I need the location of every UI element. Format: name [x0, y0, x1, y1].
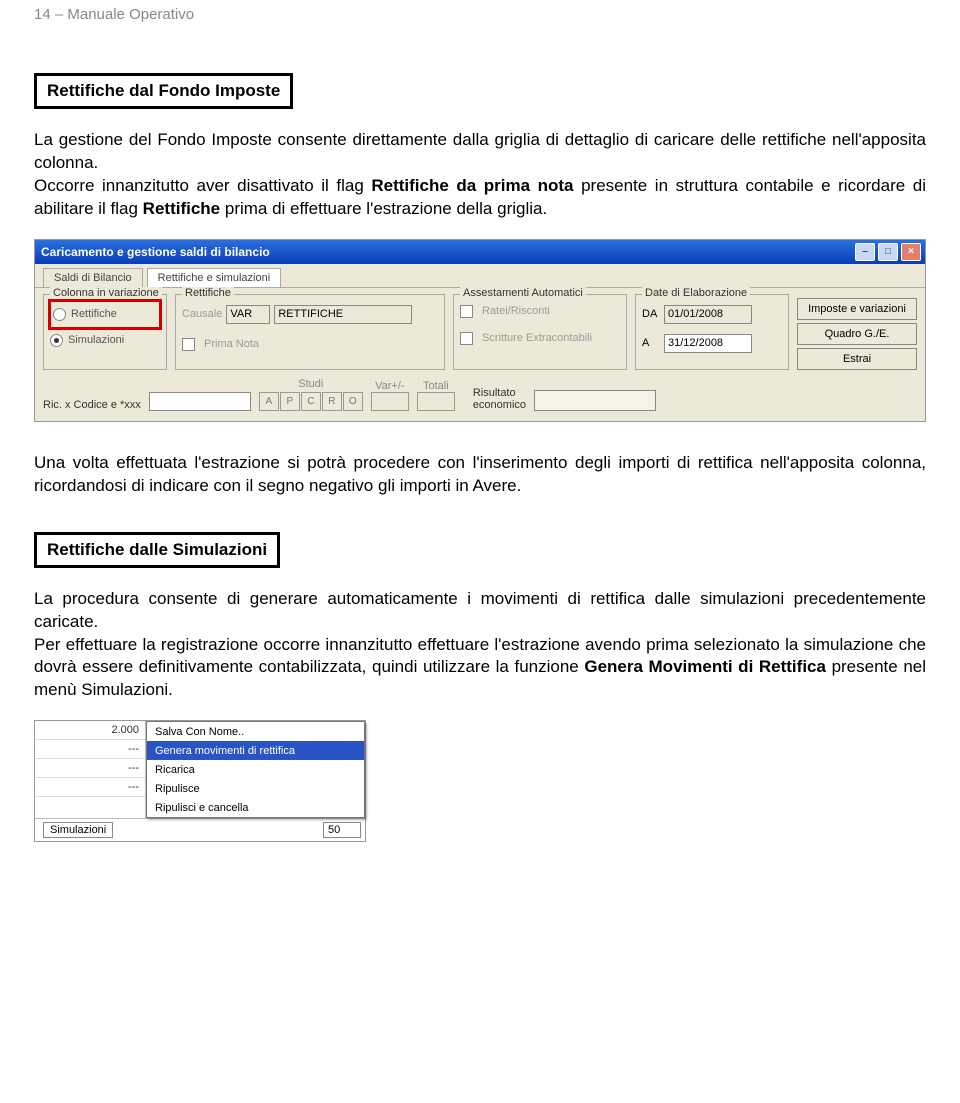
- group-rettifiche: Rettifiche Causale VAR RETTIFICHE Prima …: [175, 294, 445, 370]
- group-date-elaborazione: Date di Elaborazione DA 01/01/2008 A 31/…: [635, 294, 789, 370]
- menu-item-genera-movimenti[interactable]: Genera movimenti di rettifica: [147, 741, 364, 760]
- checkbox-scritture[interactable]: [460, 332, 473, 345]
- grid-column: 2.000 --- --- ---: [35, 721, 146, 818]
- checkbox-prima-nota[interactable]: [182, 338, 195, 351]
- input-causale-code[interactable]: VAR: [226, 305, 270, 324]
- titlebar: Caricamento e gestione saldi di bilancio…: [35, 240, 925, 264]
- input-risultato-economico[interactable]: [534, 390, 656, 411]
- label-varpm: Var+/-: [375, 380, 404, 392]
- button-varpm[interactable]: [371, 392, 409, 411]
- input-num[interactable]: 50: [323, 822, 361, 838]
- tab-rettifiche[interactable]: Rettifiche e simulazioni: [147, 268, 282, 287]
- label-ratei: Ratei/Risconti: [482, 305, 550, 317]
- label-scritture: Scritture Extracontabili: [482, 332, 592, 344]
- menu-item-ripulisce[interactable]: Ripulisce: [147, 779, 364, 798]
- highlight-box: Rettifiche: [48, 299, 162, 330]
- checkbox-ratei[interactable]: [460, 305, 473, 318]
- text-span: prima di effettuare l'estrazione della g…: [220, 199, 547, 218]
- paragraph: Una volta effettuata l'estrazione si pot…: [34, 452, 926, 498]
- text-strong: Rettifiche: [143, 199, 220, 218]
- menu-item-ricarica[interactable]: Ricarica: [147, 760, 364, 779]
- paragraph: La gestione del Fondo Imposte consente d…: [34, 129, 926, 175]
- button-letter-o[interactable]: O: [343, 392, 363, 411]
- group-title: Date di Elaborazione: [642, 287, 750, 299]
- radio-icon: [53, 308, 66, 321]
- radio-rettifiche[interactable]: Rettifiche: [53, 308, 157, 321]
- label-totali: Totali: [423, 380, 449, 392]
- text-strong: Genera Movimenti di Rettifica: [584, 657, 826, 676]
- grid-cell: 2.000: [35, 721, 145, 740]
- page-header: 14 – Manuale Operativo: [34, 0, 926, 33]
- menu-item-salva[interactable]: Salva Con Nome..: [147, 722, 364, 741]
- grid-cell: ---: [35, 759, 145, 778]
- radio-label: Simulazioni: [68, 334, 124, 346]
- grid-cell: ---: [35, 778, 145, 797]
- input-date-a[interactable]: 31/12/2008: [664, 334, 752, 353]
- button-letter-p[interactable]: P: [280, 392, 300, 411]
- button-letter-r[interactable]: R: [322, 392, 342, 411]
- radio-label: Rettifiche: [71, 308, 117, 320]
- menu-item-ripulisci-cancella[interactable]: Ripulisci e cancella: [147, 798, 364, 817]
- window-title: Caricamento e gestione saldi di bilancio: [41, 245, 270, 259]
- label-da: DA: [642, 308, 660, 320]
- context-menu: Salva Con Nome.. Genera movimenti di ret…: [146, 721, 365, 818]
- label-a: A: [642, 337, 660, 349]
- radio-simulazioni[interactable]: Simulazioni: [50, 334, 160, 347]
- button-imposte-variazioni[interactable]: Imposte e variazioni: [797, 298, 917, 320]
- tab-saldi[interactable]: Saldi di Bilancio: [43, 268, 143, 287]
- group-title: Assestamenti Automatici: [460, 287, 586, 299]
- button-quadro-ge[interactable]: Quadro G./E.: [797, 323, 917, 345]
- radio-icon: [50, 334, 63, 347]
- text-strong: Rettifiche da prima nota: [371, 176, 573, 195]
- input-date-da[interactable]: 01/01/2008: [664, 305, 752, 324]
- label-studi: Studi: [298, 378, 323, 390]
- label-risultato-economico: Risultato economico: [473, 387, 526, 411]
- minimize-button[interactable]: –: [855, 243, 875, 261]
- label-ricerca: Ric. x Codice e *xxx: [43, 399, 141, 411]
- button-letter-a[interactable]: A: [259, 392, 279, 411]
- bottom-bar: Simulazioni 50: [35, 818, 365, 841]
- button-letter-c[interactable]: C: [301, 392, 321, 411]
- grid-cell: ---: [35, 740, 145, 759]
- maximize-button[interactable]: □: [878, 243, 898, 261]
- paragraph: Occorre innanzitutto aver disattivato il…: [34, 175, 926, 221]
- app-window: Caricamento e gestione saldi di bilancio…: [34, 239, 926, 422]
- label-prima-nota: Prima Nota: [204, 338, 259, 350]
- group-title: Colonna in variazione: [50, 287, 162, 299]
- section-title-rettifiche-simulazioni: Rettifiche dalle Simulazioni: [34, 532, 280, 568]
- label-causale: Causale: [182, 308, 222, 320]
- button-estrai[interactable]: Estrai: [797, 348, 917, 370]
- text-span: Occorre innanzitutto aver disattivato il…: [34, 176, 371, 195]
- group-assestamenti: Assestamenti Automatici Ratei/Risconti S…: [453, 294, 627, 370]
- section-title-rettifiche-fondo: Rettifiche dal Fondo Imposte: [34, 73, 293, 109]
- group-title: Rettifiche: [182, 287, 234, 299]
- close-button[interactable]: ×: [901, 243, 921, 261]
- group-colonna-variazione: Colonna in variazione Rettifiche Simulaz…: [43, 294, 167, 370]
- combo-simulazioni[interactable]: Simulazioni: [43, 822, 113, 838]
- paragraph: Per effettuare la registrazione occorre …: [34, 634, 926, 703]
- paragraph: La procedura consente di generare automa…: [34, 588, 926, 634]
- context-menu-snapshot: 2.000 --- --- --- Salva Con Nome.. Gener…: [34, 720, 366, 842]
- button-totali[interactable]: [417, 392, 455, 411]
- input-causale-desc[interactable]: RETTIFICHE: [274, 305, 412, 324]
- input-ricerca[interactable]: [149, 392, 251, 411]
